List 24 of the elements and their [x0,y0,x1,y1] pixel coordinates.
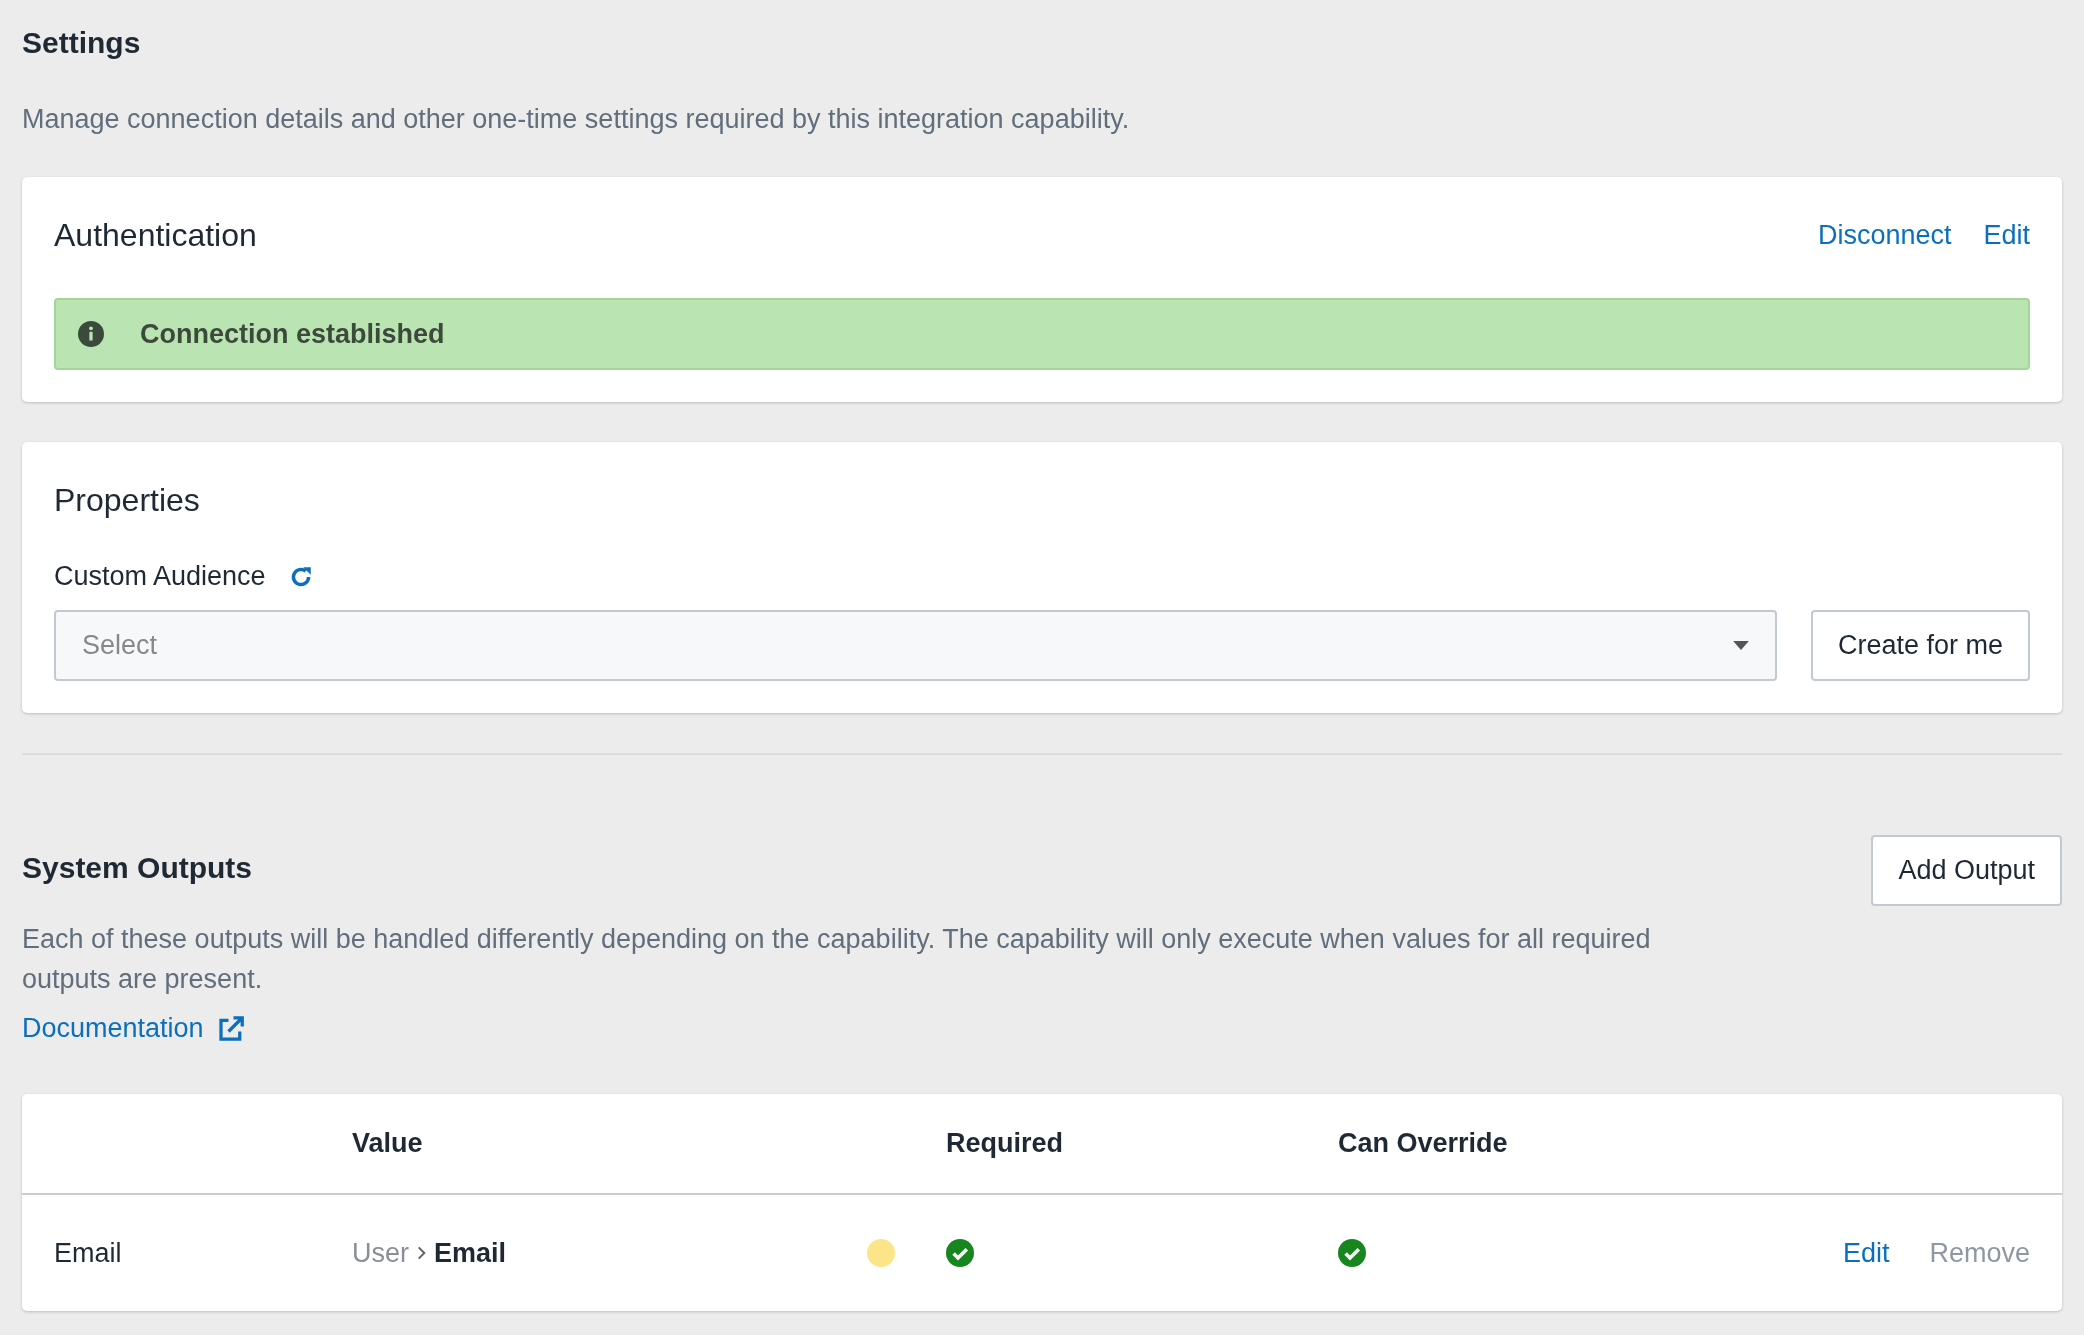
section-description: Each of these outputs will be handled differently depending on the capability. The capability will only execute when values for all required outputs are present. [22,923,1652,996]
page-description: Manage connection details and other one-time settings required by this integration capability. [22,104,1131,135]
caret-icon [1732,641,1749,650]
chevron-icon [417,1246,426,1260]
create-button[interactable]: Create for me [1810,610,2030,681]
table-cell-text: Email [54,1237,123,1269]
column-header: Required [946,1128,1065,1159]
path-text: User [352,1237,409,1269]
path-text: Email [434,1237,507,1269]
info-icon [78,321,104,347]
action-link[interactable]: Edit [1983,220,2030,251]
add-output-button[interactable]: Add Output [1871,835,2062,906]
page-title: Settings [22,26,142,60]
card-title: Properties [54,482,201,519]
select-field[interactable]: Select [54,610,1777,681]
column-header: Can Override [1338,1128,1509,1159]
row-action-link[interactable]: Edit [1842,1237,1890,1269]
action-link[interactable]: Disconnect [1817,220,1952,251]
alert-text: Connection established [140,318,445,350]
field-label: Custom Audience [54,561,266,592]
card-title: Authentication [54,217,257,254]
section-title: System Outputs [22,851,254,885]
column-header: Value [352,1128,424,1159]
documentation-link[interactable]: Documentation [22,1013,246,1044]
